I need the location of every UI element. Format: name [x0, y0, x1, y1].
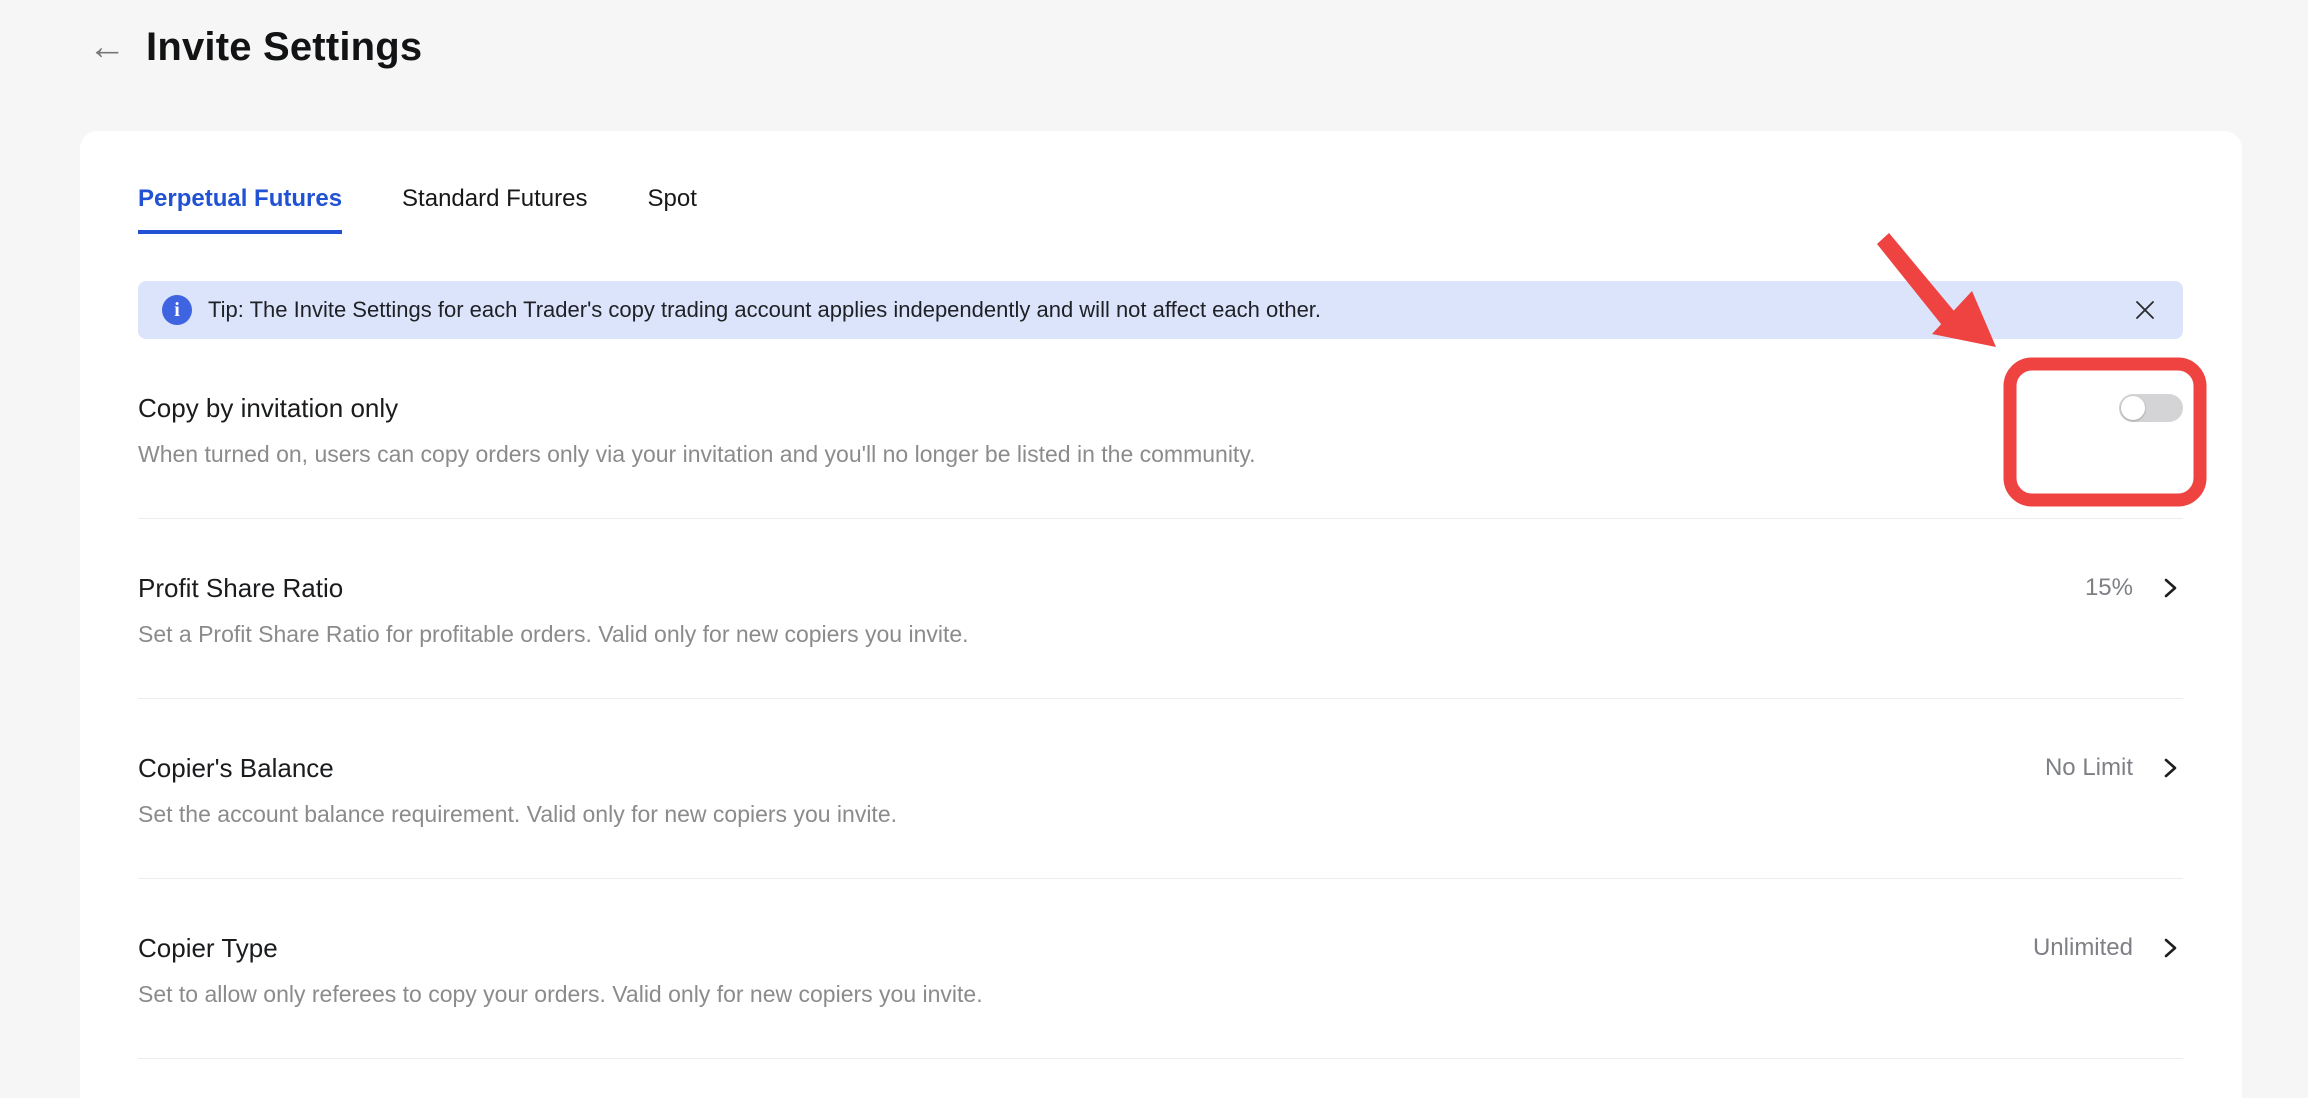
- row-title: Profit Share Ratio: [138, 572, 343, 604]
- tip-banner-text: Tip: The Invite Settings for each Trader…: [208, 297, 1321, 323]
- tab-perpetual-futures[interactable]: Perpetual Futures: [138, 185, 342, 234]
- chevron-right-icon[interactable]: [2157, 755, 2183, 781]
- setting-row-copier-type[interactable]: Copier Type Unlimited Set to allow only …: [138, 879, 2183, 1059]
- back-arrow-icon[interactable]: ←: [88, 28, 126, 66]
- settings-card: Perpetual Futures Standard Futures Spot …: [80, 131, 2242, 1098]
- row-description: Set the account balance requirement. Val…: [138, 800, 2183, 829]
- tip-banner: i Tip: The Invite Settings for each Trad…: [138, 281, 2183, 339]
- row-description: Set a Profit Share Ratio for profitable …: [138, 620, 2183, 649]
- setting-row-profit-share-ratio[interactable]: Profit Share Ratio 15% Set a Profit Shar…: [138, 519, 2183, 699]
- page-title: Invite Settings: [146, 25, 422, 70]
- close-icon[interactable]: [2132, 297, 2158, 323]
- setting-row-copiers-balance[interactable]: Copier's Balance No Limit Set the accoun…: [138, 699, 2183, 879]
- row-title: Copier Type: [138, 932, 278, 964]
- row-value: Unlimited: [2033, 934, 2133, 962]
- tab-bar: Perpetual Futures Standard Futures Spot: [138, 185, 2183, 234]
- toggle-knob: [2121, 396, 2145, 420]
- row-value: No Limit: [2045, 754, 2133, 782]
- chevron-right-icon[interactable]: [2157, 575, 2183, 601]
- chevron-right-icon[interactable]: [2157, 935, 2183, 961]
- setting-row-copy-by-invitation: Copy by invitation only When turned on, …: [138, 339, 2183, 519]
- tab-standard-futures[interactable]: Standard Futures: [402, 185, 587, 234]
- row-value: 15%: [2085, 574, 2133, 602]
- tab-spot[interactable]: Spot: [647, 185, 696, 234]
- row-description: Set to allow only referees to copy your …: [138, 980, 2183, 1009]
- row-description: When turned on, users can copy orders on…: [138, 440, 2183, 469]
- row-title: Copy by invitation only: [138, 392, 398, 424]
- row-title: Copier's Balance: [138, 752, 334, 784]
- info-icon: i: [162, 295, 192, 325]
- copy-by-invitation-toggle[interactable]: [2119, 394, 2183, 422]
- page-header: ← Invite Settings: [0, 0, 2308, 72]
